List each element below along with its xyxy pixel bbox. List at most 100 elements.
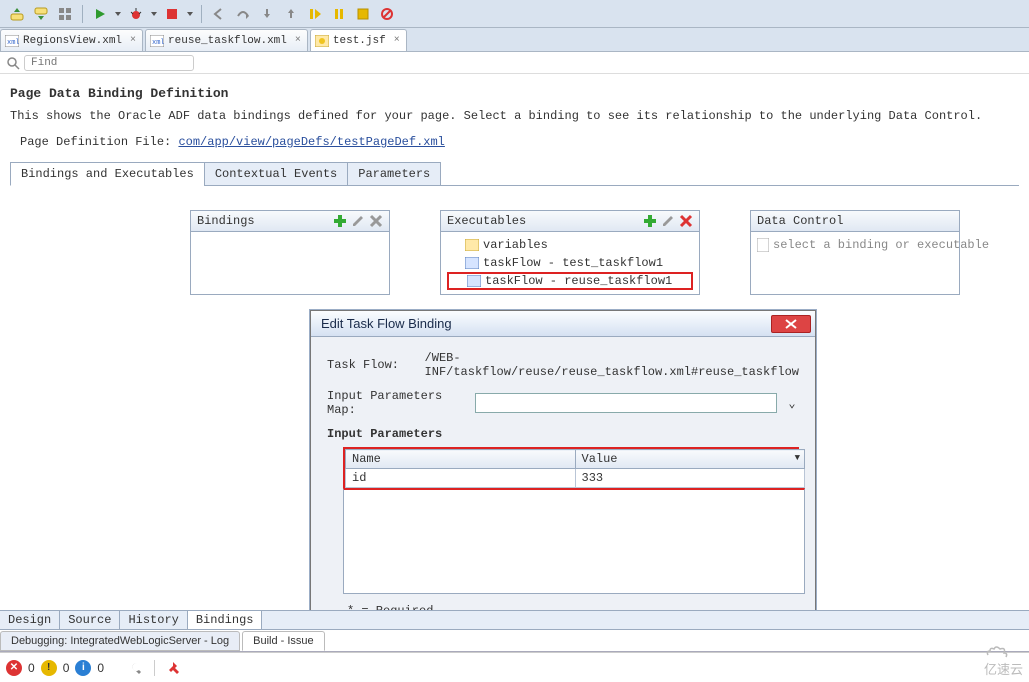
out-tab-debugging[interactable]: Debugging: IntegratedWebLogicServer - Lo… xyxy=(0,631,240,651)
run-icon[interactable] xyxy=(89,3,111,25)
tree-label: taskFlow - reuse_taskflow1 xyxy=(485,274,672,288)
watermark: 亿速云 xyxy=(984,643,1023,678)
db-down-icon[interactable] xyxy=(30,3,52,25)
tab-label: test.jsf xyxy=(333,35,386,47)
input-map-label: Input Parameters Map: xyxy=(327,389,467,417)
edit-taskflow-binding-dialog: Edit Task Flow Binding Task Flow: /WEB-I… xyxy=(310,310,816,650)
tab-label: reuse_taskflow.xml xyxy=(168,35,287,47)
find-input[interactable] xyxy=(24,55,194,71)
tab-reuse-taskflow[interactable]: xml reuse_taskflow.xml × xyxy=(145,29,308,51)
panels-row: Bindings Executables xyxy=(10,186,1019,295)
param-value-cell[interactable]: 333 xyxy=(575,469,805,488)
input-parameters-table: Name Value▼ id 333 xyxy=(343,447,799,488)
input-map-field[interactable] xyxy=(475,393,777,413)
stop-icon[interactable] xyxy=(161,3,183,25)
step-over-icon[interactable] xyxy=(232,3,254,25)
param-name-cell[interactable]: id xyxy=(346,469,576,488)
step-back-icon[interactable] xyxy=(208,3,230,25)
tab-bindings[interactable]: Bindings xyxy=(188,611,263,629)
tree-item-reuse-taskflow1[interactable]: taskFlow - reuse_taskflow1 xyxy=(447,272,693,290)
output-tabs: Debugging: IntegratedWebLogicServer - Lo… xyxy=(0,630,1029,652)
document-icon xyxy=(757,238,769,252)
info-icon[interactable]: i xyxy=(75,660,91,676)
tree-item-variables[interactable]: variables xyxy=(447,236,693,254)
pause-icon[interactable] xyxy=(328,3,350,25)
bindings-panel: Bindings xyxy=(190,210,390,295)
input-parameters-heading: Input Parameters xyxy=(327,427,799,441)
svg-text:xml: xml xyxy=(152,39,164,47)
close-icon[interactable]: × xyxy=(130,35,136,46)
page-content: Page Data Binding Definition This shows … xyxy=(0,74,1029,303)
separator xyxy=(201,5,202,23)
dialog-title: Edit Task Flow Binding xyxy=(321,316,452,331)
find-bar xyxy=(0,52,1029,74)
delete-icon[interactable] xyxy=(369,214,383,228)
tree-label: variables xyxy=(483,238,548,252)
data-control-panel: Data Control select a binding or executa… xyxy=(750,210,960,295)
wrench-icon[interactable] xyxy=(126,660,142,676)
table-row[interactable]: id 333 xyxy=(346,469,805,488)
debug-icon[interactable] xyxy=(125,3,147,25)
close-icon[interactable]: × xyxy=(394,35,400,46)
add-icon[interactable] xyxy=(643,214,657,228)
close-icon[interactable] xyxy=(771,315,811,333)
pagedef-label: Page Definition File: xyxy=(20,135,178,149)
tab-bindings-executables[interactable]: Bindings and Executables xyxy=(10,162,205,186)
step-into-icon[interactable] xyxy=(256,3,278,25)
pagedef-link[interactable]: com/app/view/pageDefs/testPageDef.xml xyxy=(178,135,444,149)
dc-placeholder: select a binding or executable xyxy=(773,238,989,252)
view-tabs: Design Source History Bindings xyxy=(0,610,1029,630)
svg-text:xml: xml xyxy=(7,39,19,47)
editor-tabs: xml RegionsView.xml × xml reuse_taskflow… xyxy=(0,28,1029,52)
separator xyxy=(154,660,155,676)
col-name: Name xyxy=(352,452,381,466)
page-description: This shows the Oracle ADF data bindings … xyxy=(10,109,1019,123)
separator xyxy=(82,5,83,23)
warning-icon[interactable]: ! xyxy=(41,660,57,676)
tab-history[interactable]: History xyxy=(120,611,187,629)
search-icon xyxy=(6,56,20,70)
resume-icon[interactable] xyxy=(304,3,326,25)
variables-icon xyxy=(465,239,479,251)
main-toolbar xyxy=(0,0,1029,28)
edit-icon[interactable] xyxy=(661,214,675,228)
tab-source[interactable]: Source xyxy=(60,611,120,629)
gc-icon[interactable] xyxy=(376,3,398,25)
tab-label: RegionsView.xml xyxy=(23,35,122,47)
page-title: Page Data Binding Definition xyxy=(10,86,1019,101)
chevron-down-icon[interactable]: ⌄ xyxy=(785,396,799,411)
tab-parameters[interactable]: Parameters xyxy=(347,162,441,186)
db-up-icon[interactable] xyxy=(6,3,28,25)
tab-test-jsf[interactable]: test.jsf × xyxy=(310,29,407,51)
run-dropdown-icon[interactable] xyxy=(113,3,123,25)
tab-design[interactable]: Design xyxy=(0,611,60,629)
pin-icon[interactable] xyxy=(167,661,181,675)
status-bar: ✕ 0 ! 0 i 0 亿速云 xyxy=(0,652,1029,682)
inner-tabs: Bindings and Executables Contextual Even… xyxy=(10,161,1019,186)
kill-icon[interactable] xyxy=(352,3,374,25)
stop-dropdown-icon[interactable] xyxy=(185,3,195,25)
tree-item-taskflow1[interactable]: taskFlow - test_taskflow1 xyxy=(447,254,693,272)
info-count: 0 xyxy=(97,661,104,675)
step-out-icon[interactable] xyxy=(280,3,302,25)
taskflow-label: Task Flow: xyxy=(327,358,417,372)
bindings-title: Bindings xyxy=(197,214,255,228)
close-icon[interactable]: × xyxy=(295,35,301,46)
executables-panel: Executables variables taskFlow - test_ta… xyxy=(440,210,700,295)
tab-contextual-events[interactable]: Contextual Events xyxy=(204,162,348,186)
input-parameters-body xyxy=(343,488,805,594)
jsf-icon xyxy=(315,35,329,47)
delete-icon[interactable] xyxy=(679,214,693,228)
xml-icon: xml xyxy=(150,35,164,47)
error-icon[interactable]: ✕ xyxy=(6,660,22,676)
col-value: Value xyxy=(582,452,618,466)
edit-icon[interactable] xyxy=(351,214,365,228)
tab-regionsview[interactable]: xml RegionsView.xml × xyxy=(0,29,143,51)
grid-icon[interactable] xyxy=(54,3,76,25)
chevron-down-icon[interactable]: ▼ xyxy=(795,453,800,463)
error-count: 0 xyxy=(28,661,35,675)
add-icon[interactable] xyxy=(333,214,347,228)
debug-dropdown-icon[interactable] xyxy=(149,3,159,25)
out-tab-build[interactable]: Build - Issue xyxy=(242,631,325,651)
executables-title: Executables xyxy=(447,214,526,228)
